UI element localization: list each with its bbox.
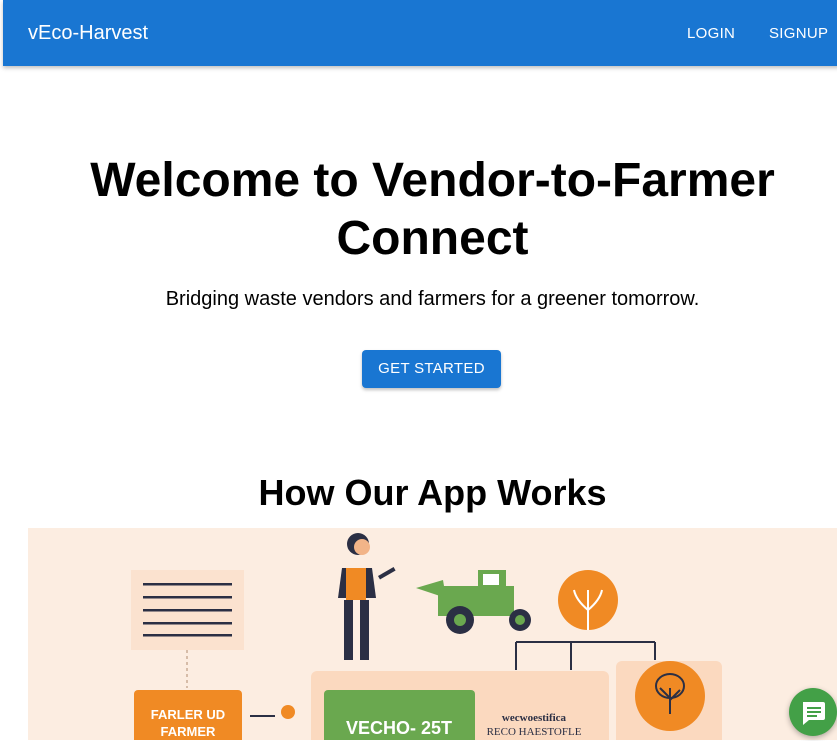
- signup-button[interactable]: SIGNUP: [769, 25, 828, 42]
- get-started-button[interactable]: GET STARTED: [362, 350, 501, 388]
- note-line2: RECO HAESTOFLE: [487, 726, 582, 738]
- note-line1: wecwoestifica: [502, 712, 567, 724]
- arrow-badge-icon: [281, 705, 295, 719]
- how-it-works-illustration: FARLER UD FARMER VECHO- 25T wecwoestific…: [28, 528, 837, 740]
- login-button[interactable]: LOGIN: [687, 25, 735, 42]
- how-it-works-title: How Our App Works: [258, 472, 607, 513]
- farmer-card-line2: FARMER: [161, 724, 217, 739]
- hero-title: Welcome to Vendor-to-Farmer Connect: [0, 152, 837, 268]
- app-bar: vEco-Harvest LOGIN SIGNUP: [3, 0, 837, 66]
- plant-icon: [558, 570, 618, 630]
- hero-subtitle: Bridging waste vendors and farmers for a…: [165, 288, 700, 310]
- brand-logo-text[interactable]: vEco-Harvest: [28, 22, 148, 45]
- chat-widget-button[interactable]: [789, 688, 837, 736]
- hero-title-line1: Welcome to Vendor-to-Farmer: [90, 154, 775, 207]
- hero-title-line2: Connect: [336, 212, 529, 265]
- vecho-card-label: VECHO- 25T: [346, 718, 452, 738]
- farmer-card-line1: FARLER UD: [151, 707, 225, 722]
- chat-bubble-icon: [803, 702, 825, 725]
- document-icon: [131, 570, 244, 650]
